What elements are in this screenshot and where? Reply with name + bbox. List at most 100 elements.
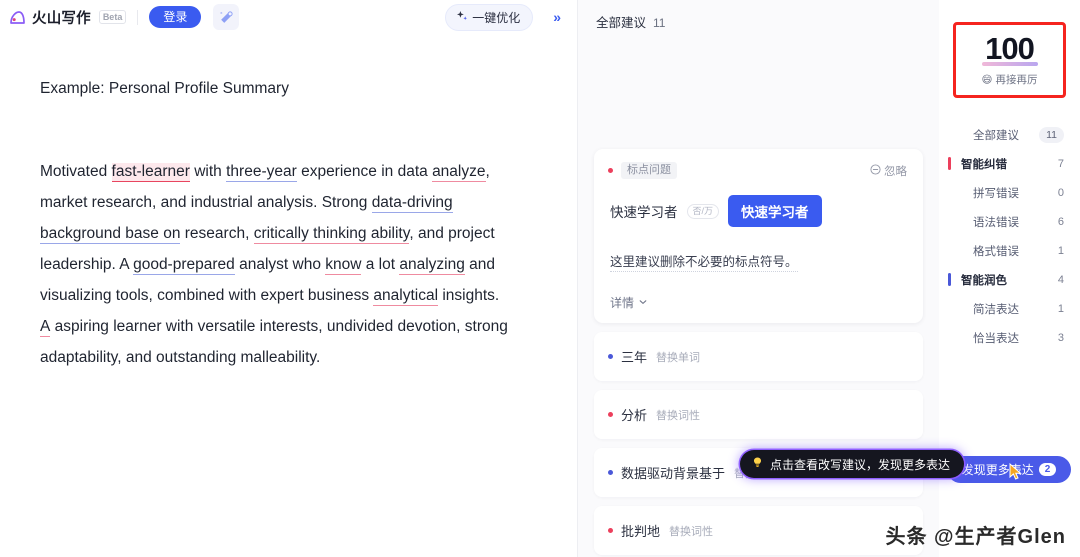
severity-dot-icon: [608, 528, 613, 533]
text-run: aspiring learner with versatile interest…: [40, 318, 508, 366]
replacement-row: 快速学习者 否/万 快速学习者: [610, 195, 907, 227]
brand-logo[interactable]: 火山写作 Beta: [8, 7, 127, 28]
category-count: 11: [1039, 126, 1064, 143]
category-count: 7: [1057, 157, 1064, 170]
ignore-label: 忽略: [884, 165, 907, 178]
category-marker-icon: [948, 273, 951, 286]
text-run: Motivated: [40, 163, 112, 180]
severity-dot-icon: [608, 354, 613, 359]
top-bar: 火山写作 Beta 登录 一键优化 »: [0, 0, 577, 34]
rewrite-hint-tooltip: 点击查看改写建议，发现更多表达: [740, 450, 965, 478]
volcano-logo-icon: [8, 8, 27, 27]
divider: [137, 9, 139, 25]
chevron-down-icon: [638, 296, 648, 310]
suggestion-type-tag: 标点问题: [621, 162, 677, 179]
details-label: 详情: [610, 296, 635, 310]
discover-more-badge: 2: [1038, 463, 1057, 476]
category-marker-icon: [948, 157, 951, 170]
category-label: 恰当表达: [973, 332, 1019, 345]
text-mark-red-underline[interactable]: analytical: [373, 287, 439, 306]
text-mark-red-underline[interactable]: analyze: [432, 163, 486, 182]
document-editor[interactable]: Example: Personal Profile Summary Motiva…: [0, 34, 577, 557]
text-run: a lot: [361, 256, 400, 273]
score-annotation-wrapper: 100 😄 再接再厉: [953, 22, 1066, 98]
text-mark-red-underline[interactable]: critically thinking ability: [253, 225, 410, 244]
suggestion-card-header: 标点问题 忽略: [608, 162, 907, 179]
one-click-optimize-button[interactable]: 一键优化: [445, 3, 534, 31]
document-title: Example: Personal Profile Summary: [40, 80, 289, 97]
text-mark-red-highlight[interactable]: fast-learner: [111, 163, 190, 182]
sidebar-category-sub[interactable]: 格式错误 1: [939, 236, 1080, 265]
sidebar-category-group[interactable]: 智能纠错 7: [939, 149, 1080, 178]
text-run: insights.: [438, 287, 500, 304]
text-mark-red-underline[interactable]: A: [40, 318, 51, 337]
tooltip-text: 点击查看改写建议，发现更多表达: [770, 457, 951, 472]
suggestions-list[interactable]: 标点问题 忽略 快速学习者 否/万 快速学习者 这里建议删除不必要的标点符号。 …: [578, 149, 939, 557]
watermark: 头条 @生产者Glen: [885, 526, 1066, 548]
category-label: 格式错误: [973, 245, 1019, 258]
double-chevron-right-icon[interactable]: »: [547, 7, 567, 27]
suggestion-action: 替换词性: [669, 525, 714, 538]
suggestion-description: 这里建议删除不必要的标点符号。: [610, 251, 798, 272]
severity-dot-icon: [608, 168, 613, 173]
severity-dot-icon: [608, 470, 613, 475]
score-value: 100: [985, 31, 1035, 66]
minus-circle-icon: [870, 163, 881, 178]
category-label: 语法错误: [973, 216, 1019, 229]
login-button[interactable]: 登录: [149, 6, 202, 28]
score-card: 100 😄 再接再厉: [953, 22, 1066, 98]
text-run: with: [189, 163, 227, 180]
severity-dot-icon: [608, 412, 613, 417]
category-label: 智能纠错: [961, 158, 1007, 171]
lightbulb-icon: [751, 456, 764, 472]
suggestions-column: 全部建议 11 标点问题 忽略 快速学习者 否/万 快速学习者 这里建议删除不必…: [578, 0, 965, 557]
mouse-cursor-icon: [1009, 462, 1023, 481]
category-count: 3: [1057, 331, 1064, 344]
category-count: 1: [1057, 244, 1064, 257]
category-count: 1: [1057, 302, 1064, 315]
apply-replacement-button[interactable]: 快速学习者: [728, 195, 822, 227]
document-paragraph: Motivated fast-learner with three-year e…: [40, 156, 510, 373]
editor-column: 火山写作 Beta 登录 一键优化 » Example: Personal Pr…: [0, 0, 578, 557]
sidebar-category-sub[interactable]: 语法错误 6: [939, 207, 1080, 236]
text-mark-red-underline[interactable]: know: [325, 256, 362, 275]
sidebar-category-all[interactable]: 全部建议 11: [939, 120, 1080, 149]
original-word: 快速学习者: [610, 205, 678, 220]
magic-wand-icon[interactable]: [213, 4, 240, 30]
category-label: 简洁表达: [973, 303, 1019, 316]
sidebar-category-sub[interactable]: 简洁表达 1: [939, 294, 1080, 323]
suggestion-list-item[interactable]: 三年 替换单词: [594, 332, 923, 381]
suggestion-action: 替换词性: [656, 409, 701, 422]
text-run: experience in data: [296, 163, 433, 180]
replacement-arrow-chip: 否/万: [686, 203, 720, 219]
text-run: analyst who: [234, 256, 326, 273]
details-toggle[interactable]: 详情: [610, 294, 907, 311]
suggestions-header: 全部建议 11: [578, 0, 939, 31]
suggestion-items-container: 三年替换单词分析替换词性数据驱动背景基于替换批判地替换词性: [594, 332, 923, 555]
suggestion-list-item[interactable]: 批判地 替换词性: [594, 506, 923, 555]
category-count: 6: [1057, 215, 1064, 228]
category-label: 全部建议: [973, 129, 1019, 142]
smile-emoji-icon: 😄: [981, 73, 993, 86]
suggestions-header-count: 11: [653, 16, 666, 30]
category-count: 0: [1057, 186, 1064, 199]
text-mark-red-underline[interactable]: analyzing: [399, 256, 465, 275]
text-run: research,: [180, 225, 254, 242]
suggestion-word: 批判地: [621, 524, 661, 539]
sparkle-icon: [456, 10, 468, 25]
category-label: 智能润色: [961, 274, 1007, 287]
app-root: 火山写作 Beta 登录 一键优化 » Example: Personal Pr…: [0, 0, 1080, 557]
text-mark-blue-underline[interactable]: three-year: [226, 163, 297, 182]
suggestion-list-item[interactable]: 分析 替换词性: [594, 390, 923, 439]
suggestion-word: 分析: [621, 408, 648, 423]
text-mark-blue-underline[interactable]: good-prepared: [133, 256, 235, 275]
sidebar-category-group[interactable]: 智能润色 4: [939, 265, 1080, 294]
ignore-button[interactable]: 忽略: [870, 163, 907, 179]
optimize-label: 一键优化: [472, 10, 521, 25]
suggestion-action: 替换单词: [656, 351, 701, 364]
suggestions-header-label: 全部建议: [596, 16, 647, 30]
sidebar-category-sub[interactable]: 拼写错误 0: [939, 178, 1080, 207]
sidebar-category-sub[interactable]: 恰当表达 3: [939, 323, 1080, 352]
score-subtitle: 😄 再接再厉: [982, 72, 1038, 87]
suggestion-card[interactable]: 标点问题 忽略 快速学习者 否/万 快速学习者 这里建议删除不必要的标点符号。 …: [594, 149, 923, 323]
